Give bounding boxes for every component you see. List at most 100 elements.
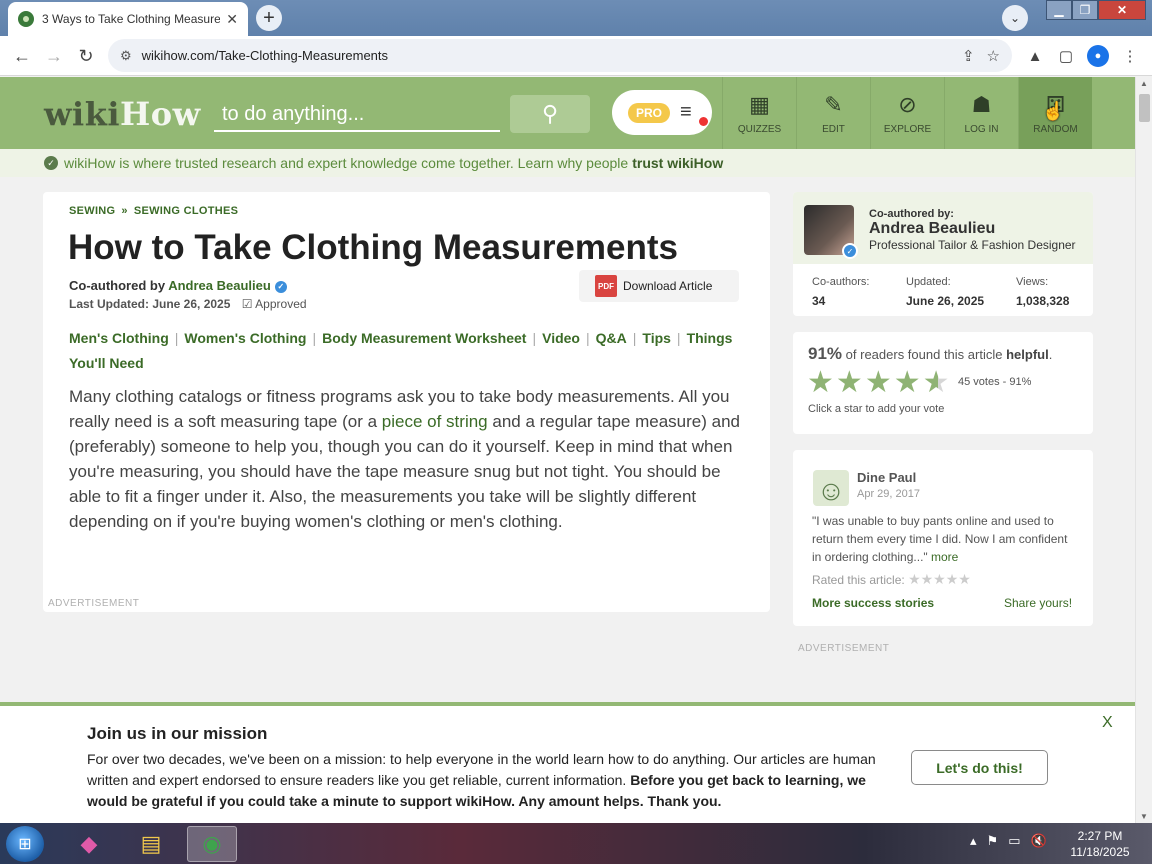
coauthored-label: Co-authored by: <box>869 208 954 220</box>
close-banner-icon[interactable]: X <box>1102 714 1113 732</box>
nav-explore[interactable]: ⊘ EXPLORE <box>870 77 944 149</box>
check-icon: ✓ <box>44 156 58 170</box>
author-link[interactable]: Andrea Beaulieu <box>168 278 271 293</box>
rating-star-icon[interactable]: ★ <box>836 368 863 398</box>
author-avatar[interactable]: ✓ <box>804 205 858 259</box>
rating-stars[interactable]: ★ ★ ★ ★ ★ <box>807 368 950 398</box>
back-icon[interactable]: ← <box>10 44 34 68</box>
coauthor-line: Co-authored by Andrea Beaulieu ✓ <box>69 278 287 293</box>
taskbar-chrome-icon[interactable]: ◉ <box>187 826 237 862</box>
toc-link[interactable]: Men's Clothing <box>69 330 169 346</box>
scroll-thumb[interactable] <box>1139 94 1150 122</box>
download-label: Download Article <box>623 279 713 293</box>
browser-menu-icon[interactable]: ⋮ <box>1119 45 1141 67</box>
author-name[interactable]: Andrea Beaulieu <box>869 220 995 238</box>
rating-star-icon[interactable]: ★ <box>807 368 834 398</box>
profile-avatar-icon[interactable]: ● <box>1087 45 1109 67</box>
toc-link[interactable]: Tips <box>642 330 671 346</box>
window-minimize-button[interactable]: ▁ <box>1046 0 1072 20</box>
story-more-link[interactable]: more <box>931 550 958 564</box>
lets-do-this-button[interactable]: Let's do this! <box>911 750 1048 785</box>
rating-star-icon[interactable]: ★ <box>894 368 921 398</box>
nav-edit[interactable]: ✎ EDIT <box>796 77 870 149</box>
sidebar-advertisement-label: ADVERTISEMENT <box>798 643 890 654</box>
forward-icon[interactable]: → <box>42 44 66 68</box>
tray-expand-icon[interactable]: ▴ <box>970 833 977 849</box>
toc-link[interactable]: Q&A <box>596 330 627 346</box>
mission-body: For over two decades, we've been on a mi… <box>87 749 897 812</box>
browser-tab[interactable]: 3 Ways to Take Clothing Measurements ✕ <box>8 2 248 36</box>
window-close-button[interactable]: ✕ <box>1098 0 1146 20</box>
breadcrumb-sewing[interactable]: SEWING <box>69 205 115 217</box>
breadcrumb-sewing-clothes[interactable]: SEWING CLOTHES <box>134 205 238 217</box>
bookmark-star-icon[interactable]: ☆ <box>987 47 1000 65</box>
more-success-stories-link[interactable]: More success stories <box>812 596 934 610</box>
search-button[interactable]: ⚲ <box>510 95 590 133</box>
stat-value: 1,038,328 <box>1016 294 1070 308</box>
stat-coauthors: Co-authors: 34 <box>812 276 869 308</box>
verified-icon: ✓ <box>274 281 287 293</box>
window-maximize-button[interactable]: ❐ <box>1072 0 1098 20</box>
download-article-button[interactable]: PDF Download Article <box>579 270 739 302</box>
nav-explore-label: EXPLORE <box>883 123 932 135</box>
toc-link[interactable]: Women's Clothing <box>184 330 306 346</box>
pro-menu-button[interactable]: PRO ≡ <box>612 90 712 135</box>
start-button[interactable]: ⊞ <box>6 826 44 862</box>
toc-link[interactable]: Body Measurement Worksheet <box>322 330 526 346</box>
new-tab-button[interactable]: + <box>256 5 282 31</box>
pencil-icon: ✎ <box>824 91 843 117</box>
breadcrumb-separator: » <box>121 205 128 217</box>
tab-close-icon[interactable]: ✕ <box>226 11 238 28</box>
last-updated: Last Updated: June 26, 2025 ☑ Approved <box>69 297 307 311</box>
trust-wikihow-link[interactable]: trust wikiHow <box>632 155 723 171</box>
tray-volume-muted-icon[interactable]: 🔇 <box>1030 833 1046 849</box>
reader-name: Dine Paul <box>857 470 917 485</box>
intro-paragraph: Many clothing catalogs or fitness progra… <box>69 384 749 534</box>
toc-link[interactable]: Video <box>542 330 580 346</box>
piece-of-string-link[interactable]: piece of string <box>382 412 488 431</box>
trust-text: wikiHow is where trusted research and ex… <box>64 155 629 171</box>
share-icon[interactable]: ⇪ <box>962 47 975 65</box>
rating-star-icon[interactable]: ★ <box>865 368 892 398</box>
windows-taskbar: ⊞ ◆ ▤ ◉ ▴ ⚑ ▭ 🔇 2:27 PM 11/18/2025 <box>0 823 1152 864</box>
author-card-header: ✓ Co-authored by: Andrea Beaulieu Profes… <box>793 192 1093 264</box>
helpful-text: of readers found this article <box>845 347 1003 362</box>
extensions-icon[interactable]: ▲ <box>1024 45 1046 67</box>
side-panel-icon[interactable]: ▢ <box>1055 45 1077 67</box>
wikihow-favicon-icon <box>18 11 34 27</box>
tab-search-button[interactable]: ⌄ <box>1002 5 1028 31</box>
scroll-up-arrow-icon[interactable]: ▲ <box>1140 79 1148 88</box>
browser-toolbar: ← → ↻ ⚙ wikihow.com/Take-Clothing-Measur… <box>0 36 1152 76</box>
taskbar-file-explorer-icon[interactable]: ▤ <box>126 826 176 862</box>
toc-separator: | <box>532 330 537 346</box>
share-yours-link[interactable]: Share yours! <box>1004 596 1072 610</box>
taskbar-clock[interactable]: 2:27 PM 11/18/2025 <box>1062 828 1138 860</box>
tray-flag-icon[interactable]: ⚑ <box>987 833 999 849</box>
rated-article: Rated this article: ★★★★★ <box>812 571 971 588</box>
search-input[interactable]: to do anything... <box>214 97 500 132</box>
stat-updated: Updated: June 26, 2025 <box>906 276 984 308</box>
rating-star-icon[interactable]: ★ <box>923 368 950 398</box>
page-scrollbar[interactable]: ▲ ▼ <box>1135 77 1152 823</box>
tray-network-icon[interactable]: ▭ <box>1008 833 1020 849</box>
quizzes-icon: ▦ <box>749 91 770 117</box>
scroll-down-arrow-icon[interactable]: ▼ <box>1140 812 1148 821</box>
nav-quizzes[interactable]: ▦ QUIZZES <box>722 77 796 149</box>
taskbar-app-purple[interactable]: ◆ <box>64 826 114 862</box>
user-icon: ☗ <box>971 91 992 117</box>
wikihow-logo[interactable]: wikiHow <box>44 95 201 133</box>
approved-checkbox-icon: ☑ <box>241 297 253 311</box>
reader-avatar: ☺ <box>813 470 849 506</box>
coauthor-prefix: Co-authored by <box>69 278 166 293</box>
author-card: ✓ Co-authored by: Andrea Beaulieu Profes… <box>793 192 1093 316</box>
advertisement-label: ADVERTISEMENT <box>48 598 140 609</box>
reload-icon[interactable]: ↻ <box>74 44 98 68</box>
toc-separator: | <box>174 330 179 346</box>
site-info-icon[interactable]: ⚙ <box>120 48 132 64</box>
nav-login[interactable]: ☗ LOG IN <box>944 77 1018 149</box>
toc-separator: | <box>676 330 681 346</box>
stat-label: Views: <box>1016 276 1049 288</box>
nav-edit-label: EDIT <box>822 123 845 135</box>
approved-badge[interactable]: ☑ Approved <box>242 297 307 311</box>
address-bar[interactable]: ⚙ wikihow.com/Take-Clothing-Measurements… <box>108 39 1012 72</box>
